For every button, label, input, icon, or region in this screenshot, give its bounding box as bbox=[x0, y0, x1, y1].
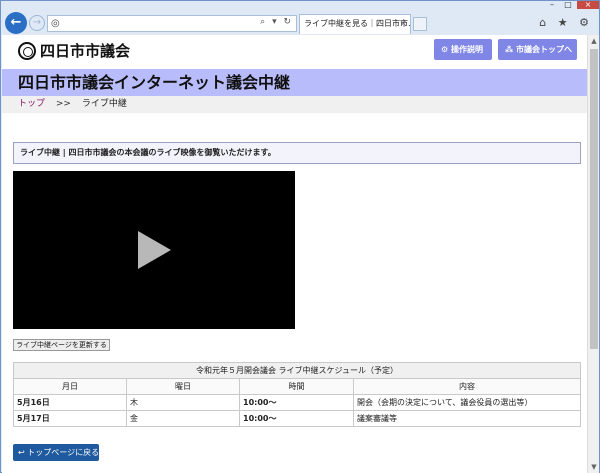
gear-icon: ⚙ bbox=[441, 45, 449, 54]
maximize-button[interactable]: □ bbox=[561, 1, 575, 9]
close-window-button[interactable]: × bbox=[577, 1, 599, 9]
tab-close-icon[interactable]: × bbox=[399, 15, 407, 33]
row-date: 5月16日 bbox=[13, 394, 127, 411]
site-logo[interactable]: 四日市市議会 bbox=[18, 40, 130, 61]
site-icon: ◎ bbox=[51, 18, 60, 29]
scroll-down-arrow-icon[interactable]: ▼ bbox=[588, 461, 600, 473]
table-row: 5月17日 金 10:00～ 議案審議等 bbox=[13, 410, 581, 427]
browser-menu-icons[interactable]: ⌂ ★ ⚙ bbox=[539, 16, 593, 29]
title-bar: – □ × bbox=[1, 1, 599, 9]
row-content: 議案審議等 bbox=[353, 410, 581, 427]
row-content: 開会（会期の決定について、議会役員の選出等） bbox=[353, 394, 581, 411]
scrollbar-thumb[interactable] bbox=[590, 49, 598, 349]
schedule-caption-row: 令和元年５月開会議会 ライブ中継スケジュール（予定） bbox=[13, 362, 581, 379]
browser-window: – □ × ← → ◎ ⌕ ▾ ↻ ライブ中継を見る｜四日市市... × ⌂ ★… bbox=[0, 0, 600, 473]
scroll-up-arrow-icon[interactable]: ▲ bbox=[588, 35, 600, 47]
back-to-top-button[interactable]: ↩ トップページに戻る bbox=[13, 444, 99, 461]
header-content: 内容 bbox=[353, 378, 581, 395]
site-header: 四日市市議会 ⚙ 操作説明 ⁂ 市議会トップへ bbox=[2, 35, 587, 65]
row-weekday: 金 bbox=[126, 410, 240, 427]
page-scrollbar[interactable]: ▲ ▼ bbox=[587, 35, 599, 473]
row-time: 10:00～ bbox=[239, 410, 354, 427]
new-tab-button[interactable] bbox=[413, 17, 427, 31]
forward-arrow-icon[interactable]: → bbox=[29, 15, 45, 31]
refresh-live-button[interactable]: ライブ中継ページを更新する bbox=[13, 339, 110, 351]
video-player[interactable] bbox=[13, 171, 295, 329]
row-time: 10:00～ bbox=[239, 394, 354, 411]
city-emblem-icon bbox=[18, 41, 36, 60]
minimize-button[interactable]: – bbox=[545, 1, 559, 9]
breadcrumb-current: ライブ中継 bbox=[81, 99, 127, 109]
council-top-button[interactable]: ⁂ 市議会トップへ bbox=[498, 39, 577, 60]
title-band: 四日市市議会インターネット議会中継 bbox=[2, 69, 587, 96]
play-icon[interactable] bbox=[138, 231, 171, 269]
browser-tab[interactable]: ライブ中継を見る｜四日市市... × bbox=[299, 14, 411, 34]
schedule-header-row: 月日 曜日 時間 内容 bbox=[13, 378, 581, 395]
schedule-table: 令和元年５月開会議会 ライブ中継スケジュール（予定） 月日 曜日 時間 内容 5… bbox=[13, 362, 581, 427]
header-time: 時間 bbox=[239, 378, 354, 395]
breadcrumb: トップ >> ライブ中継 bbox=[2, 96, 587, 113]
back-arrow-icon[interactable]: ← bbox=[5, 12, 27, 34]
header-date: 月日 bbox=[13, 378, 127, 395]
address-bar[interactable]: ◎ ⌕ ▾ ↻ bbox=[47, 15, 297, 32]
address-tools[interactable]: ⌕ ▾ ↻ bbox=[260, 17, 293, 27]
live-notice: ライブ中継 | 四日市市議会の本会議のライブ映像を御覧いただけます。 bbox=[13, 142, 581, 164]
logo-text: 四日市市議会 bbox=[40, 42, 131, 60]
sitemap-icon: ⁂ bbox=[505, 45, 514, 54]
row-weekday: 木 bbox=[126, 394, 240, 411]
table-row: 5月16日 木 10:00～ 開会（会期の決定について、議会役員の選出等） bbox=[13, 394, 581, 411]
page-viewport: 四日市市議会 ⚙ 操作説明 ⁂ 市議会トップへ 四日市市議会インターネット議会中… bbox=[2, 35, 587, 473]
browser-toolbar: ← → ◎ ⌕ ▾ ↻ ライブ中継を見る｜四日市市... × ⌂ ★ ⚙ bbox=[1, 11, 599, 35]
row-date: 5月17日 bbox=[13, 410, 127, 427]
help-button[interactable]: ⚙ 操作説明 bbox=[434, 39, 492, 60]
breadcrumb-separator: >> bbox=[55, 99, 71, 109]
breadcrumb-home-link[interactable]: トップ bbox=[18, 99, 45, 109]
tab-title: ライブ中継を見る｜四日市市... bbox=[304, 19, 411, 28]
return-arrow-icon: ↩ bbox=[18, 448, 25, 457]
page-title: 四日市市議会インターネット議会中継 bbox=[18, 73, 291, 92]
header-weekday: 曜日 bbox=[126, 378, 240, 395]
schedule-caption: 令和元年５月開会議会 ライブ中継スケジュール（予定） bbox=[13, 362, 581, 379]
